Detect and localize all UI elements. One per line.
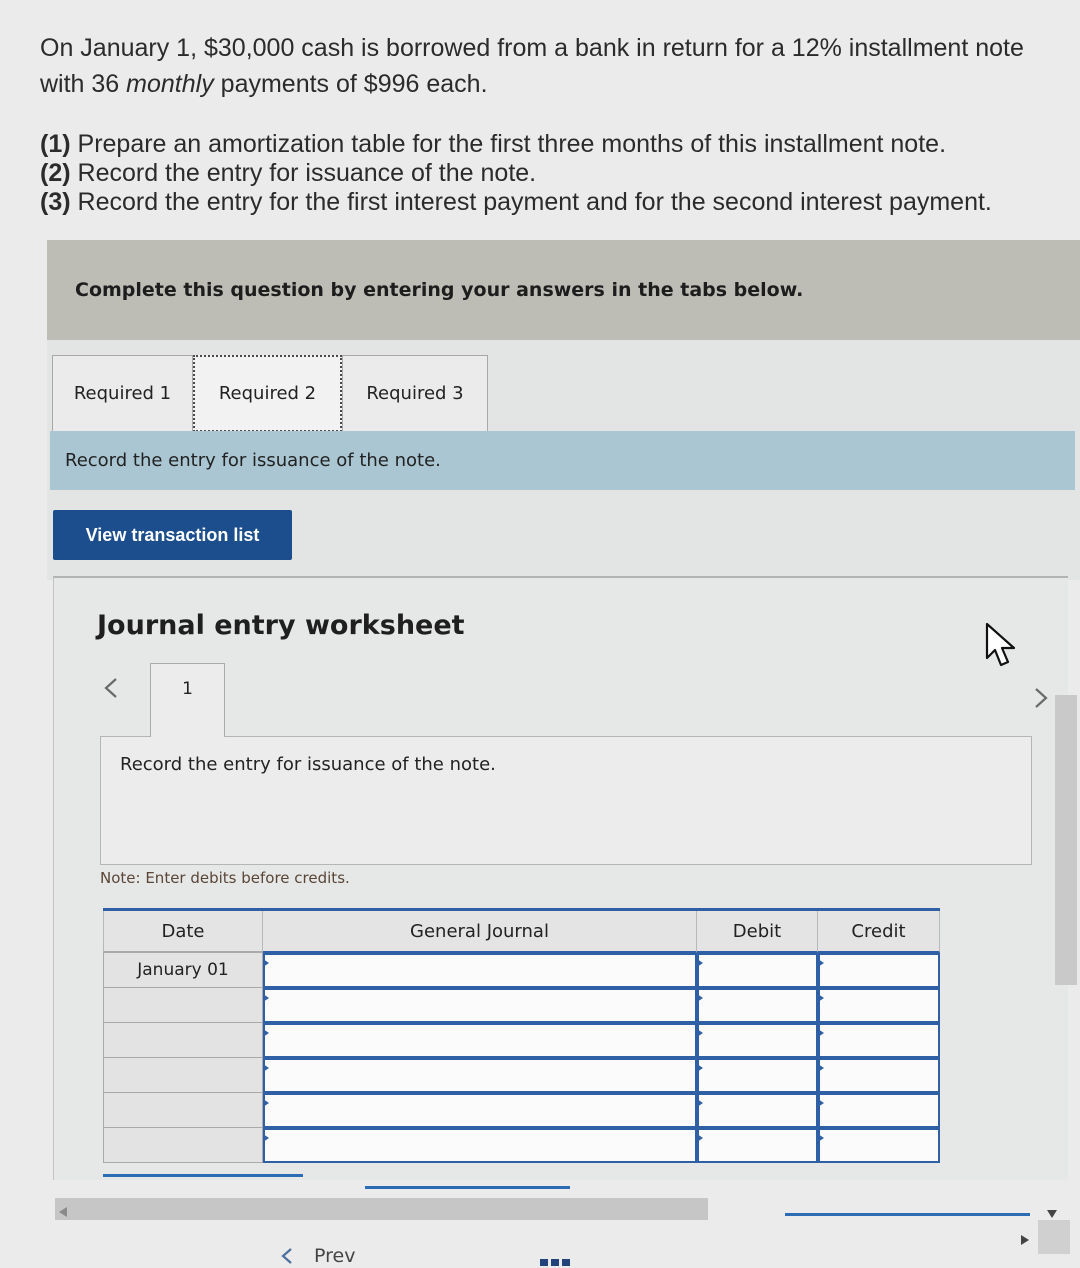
debit-input[interactable] <box>697 1093 818 1128</box>
account-input[interactable] <box>263 1058 697 1093</box>
debit-input[interactable] <box>697 953 818 988</box>
entry-prompt-text: Record the entry for issuance of the not… <box>120 754 496 775</box>
requirement-number: (3) <box>40 188 71 216</box>
tab-required-1[interactable]: Required 1 <box>52 355 193 432</box>
credit-cell <box>818 1093 940 1128</box>
credit-input[interactable] <box>818 1128 940 1163</box>
table-row <box>103 1023 940 1058</box>
question-text: On January 1, $30,000 cash is borrowed f… <box>40 30 1050 102</box>
account-cell <box>263 1023 697 1058</box>
tab-required-2[interactable]: Required 2 <box>193 355 342 432</box>
table-row: January 01 <box>103 953 940 988</box>
requirement-item: (1) Prepare an amortization table for th… <box>40 130 1070 159</box>
question-text-part: payments of $996 each. <box>213 70 488 98</box>
credit-cell <box>818 988 940 1023</box>
entry-tab-1[interactable]: 1 <box>150 663 225 737</box>
chevron-right-icon[interactable] <box>1032 686 1050 710</box>
journal-entry-table: Date General Journal Debit Credit Januar… <box>103 908 940 1163</box>
date-cell: January 01 <box>103 953 263 988</box>
credit-cell <box>818 1058 940 1093</box>
requirement-text: Record the entry for the first interest … <box>77 188 992 216</box>
requirement-text: Record the entry for issuance of the not… <box>77 159 537 187</box>
requirements-list: (1) Prepare an amortization table for th… <box>40 130 1070 217</box>
grid-icon[interactable] <box>540 1259 571 1266</box>
table-header-row: Date General Journal Debit Credit <box>103 911 940 953</box>
worksheet-title: Journal entry worksheet <box>97 610 465 641</box>
credit-input[interactable] <box>818 1023 940 1058</box>
column-header-date: Date <box>103 911 263 953</box>
prev-button[interactable]: Prev <box>280 1245 355 1267</box>
entry-prompt-box: Record the entry for issuance of the not… <box>100 736 1032 865</box>
credit-cell <box>818 953 940 988</box>
tab-required-3[interactable]: Required 3 <box>342 355 488 432</box>
arrow-down-icon[interactable] <box>1046 1204 1058 1218</box>
debit-cell <box>697 1128 818 1163</box>
credit-cell <box>818 1023 940 1058</box>
credit-cell <box>818 1128 940 1163</box>
debit-input[interactable] <box>697 1058 818 1093</box>
debit-input[interactable] <box>697 988 818 1023</box>
banner-text: Complete this question by entering your … <box>75 279 804 301</box>
chevron-left-icon[interactable] <box>102 676 120 700</box>
date-cell <box>103 1023 263 1058</box>
account-cell <box>263 1093 697 1128</box>
credit-input[interactable] <box>818 953 940 988</box>
account-cell <box>263 953 697 988</box>
requirement-number: (2) <box>40 159 71 187</box>
vertical-scrollbar[interactable] <box>1055 695 1077 985</box>
debit-input[interactable] <box>697 1023 818 1058</box>
requirement-text: Prepare an amortization table for the fi… <box>77 130 947 158</box>
account-cell <box>263 988 697 1023</box>
requirement-item: (3) Record the entry for the first inter… <box>40 188 1070 217</box>
account-input[interactable] <box>263 1093 697 1128</box>
prev-label: Prev <box>314 1245 356 1267</box>
mouse-pointer-icon <box>984 622 1020 668</box>
column-header-credit: Credit <box>818 911 940 953</box>
account-cell <box>263 1128 697 1163</box>
entry-note: Note: Enter debits before credits. <box>100 869 350 887</box>
account-input[interactable] <box>263 953 697 988</box>
debit-input[interactable] <box>697 1128 818 1163</box>
credit-input[interactable] <box>818 988 940 1023</box>
column-header-general-journal: General Journal <box>263 911 697 953</box>
table-row <box>103 988 940 1023</box>
debit-cell <box>697 953 818 988</box>
account-input[interactable] <box>263 1023 697 1058</box>
column-header-debit: Debit <box>697 911 818 953</box>
arrow-left-icon[interactable] <box>58 1203 68 1217</box>
blue-divider-line <box>785 1213 1030 1216</box>
account-cell <box>263 1058 697 1093</box>
debit-cell <box>697 988 818 1023</box>
tab-instruction-bar: Record the entry for issuance of the not… <box>50 431 1075 490</box>
requirement-number: (1) <box>40 130 71 158</box>
debit-cell <box>697 1023 818 1058</box>
chevron-left-icon <box>280 1247 294 1265</box>
account-input[interactable] <box>263 1128 697 1163</box>
requirement-item: (2) Record the entry for issuance of the… <box>40 159 1070 188</box>
scrollbar-thumb[interactable] <box>1038 1220 1070 1254</box>
question-text-emphasis: monthly <box>126 70 214 98</box>
date-cell <box>103 1093 263 1128</box>
view-transaction-list-button[interactable]: View transaction list <box>53 510 292 560</box>
page: On January 1, $30,000 cash is borrowed f… <box>0 0 1080 1268</box>
date-cell <box>103 1058 263 1093</box>
account-input[interactable] <box>263 988 697 1023</box>
debit-cell <box>697 1093 818 1128</box>
date-cell <box>103 1128 263 1163</box>
date-cell <box>103 988 263 1023</box>
horizontal-scrollbar[interactable] <box>55 1198 708 1220</box>
debit-cell <box>697 1058 818 1093</box>
blue-divider-line <box>103 1174 303 1177</box>
table-row <box>103 1128 940 1163</box>
table-row <box>103 1093 940 1128</box>
instructions-banner: Complete this question by entering your … <box>47 240 1080 340</box>
arrow-right-icon[interactable] <box>1020 1231 1030 1245</box>
blue-divider-line <box>365 1186 570 1189</box>
credit-input[interactable] <box>818 1093 940 1128</box>
table-row <box>103 1058 940 1093</box>
credit-input[interactable] <box>818 1058 940 1093</box>
